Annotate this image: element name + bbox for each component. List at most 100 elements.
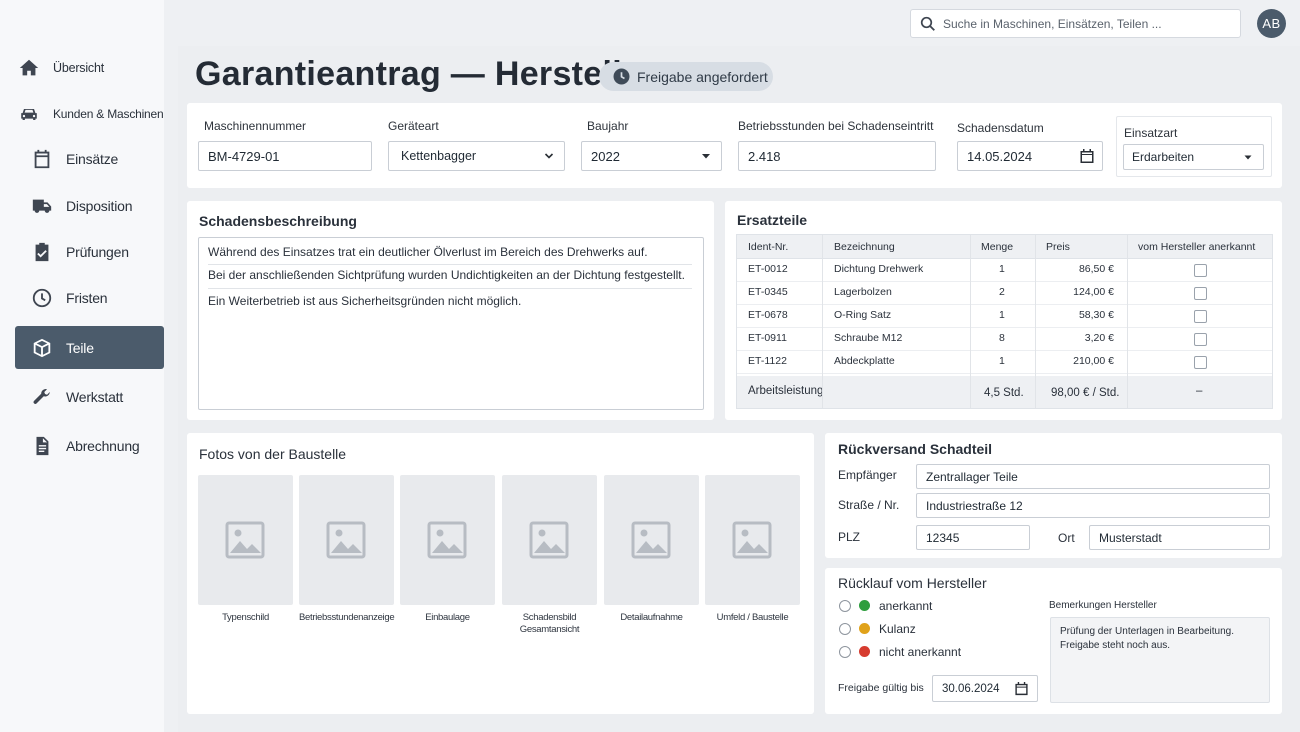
part-name: Abdeckplatte	[834, 355, 895, 367]
avatar[interactable]: AB	[1257, 9, 1286, 38]
divider	[208, 264, 692, 265]
city-field[interactable]: Musterstadt	[1089, 525, 1270, 550]
radio-rejected[interactable]	[839, 646, 851, 658]
street-field[interactable]: Industriestraße 12	[916, 493, 1270, 518]
column-header: Bezeichnung	[834, 241, 895, 253]
image-placeholder-icon	[631, 521, 671, 559]
part-id: ET-1122	[748, 355, 787, 367]
part-id: ET-0911	[748, 332, 787, 344]
chevron-down-icon	[701, 151, 711, 161]
sidebar-item-abrechnung[interactable]: Abrechnung	[15, 424, 164, 468]
recipient-field[interactable]: Zentrallager Teile	[916, 464, 1270, 489]
calendar-icon[interactable]	[1079, 148, 1095, 164]
approved-checkbox[interactable]	[1194, 264, 1207, 277]
part-id: ET-0012	[748, 263, 788, 275]
labor-price: 98,00 € / Std.	[1051, 387, 1120, 399]
valid-until-field[interactable]: 30.06.2024	[932, 675, 1038, 702]
status-dot-yellow	[859, 623, 870, 634]
option-goodwill-label: Kulanz	[879, 622, 916, 636]
spare-parts-table: Ident-Nr. Bezeichnung Menge Preis vom He…	[736, 234, 1273, 409]
table-row: ET-0678 O-Ring Satz 1 58,30 €	[737, 305, 1272, 328]
sidebar-item-disposition[interactable]: Disposition	[15, 184, 164, 228]
status-badge: Freigabe angefordert	[599, 62, 773, 91]
photo-thumbnail[interactable]	[198, 475, 293, 605]
option-approved-label: anerkannt	[879, 599, 933, 613]
part-qty: 1	[999, 309, 1005, 321]
sidebar-item-kunden[interactable]: Kunden & Maschinen	[15, 92, 164, 136]
sidebar-item-label: Übersicht	[53, 61, 104, 75]
device-type-label: Geräteart	[388, 119, 439, 133]
damage-date-label: Schadensdatum	[957, 121, 1044, 135]
car-icon	[18, 103, 40, 125]
radio-goodwill[interactable]	[839, 623, 851, 635]
city-label: Ort	[1058, 531, 1075, 545]
machine-number-field[interactable]: BM-4729-01	[198, 141, 372, 171]
sidebar-item-fristen[interactable]: Fristen	[15, 276, 164, 320]
radio-approved[interactable]	[839, 600, 851, 612]
approved-checkbox[interactable]	[1194, 310, 1207, 323]
spare-parts-title: Ersatzteile	[737, 212, 808, 228]
zip-label: PLZ	[838, 530, 861, 544]
image-placeholder-icon	[732, 521, 772, 559]
labor-label: Arbeitsleistung	[748, 385, 824, 397]
recipient-label: Empfänger	[838, 468, 897, 482]
photo-thumbnail[interactable]	[502, 475, 597, 605]
search-input[interactable]	[943, 14, 1233, 34]
part-id: ET-0345	[748, 286, 788, 298]
sidebar: Übersicht Kunden & Maschinen Einsätze Di…	[0, 0, 164, 732]
photo-thumbnail[interactable]	[705, 475, 800, 605]
use-type-select[interactable]: Erdarbeiten	[1123, 144, 1264, 170]
photo-thumbnail[interactable]	[299, 475, 394, 605]
part-price: 86,50 €	[1078, 263, 1114, 275]
photo-thumbnail[interactable]	[604, 475, 699, 605]
status-dot-green	[859, 600, 870, 611]
sidebar-item-label: Disposition	[66, 198, 133, 214]
zip-field[interactable]: 12345	[916, 525, 1030, 550]
column-header: Menge	[981, 241, 1014, 253]
photo-thumbnail[interactable]	[400, 475, 495, 605]
description-line: Ein Weiterbetrieb ist aus Sicherheitsgrü…	[208, 294, 522, 308]
page-title: Garantieantrag — Hersteller	[195, 55, 655, 93]
valid-until-label: Freigabe gültig bis	[838, 682, 924, 694]
device-type-value: Kettenbagger	[401, 149, 477, 163]
approved-checkbox[interactable]	[1194, 287, 1207, 300]
damage-description-textarea[interactable]: Während des Einsatzes trat ein deutliche…	[198, 237, 704, 410]
table-row: ET-1122 Abdeckplatte 1 210,00 €	[737, 351, 1272, 374]
part-name: Schraube M12	[834, 332, 903, 344]
divider	[1127, 235, 1128, 408]
city-value: Musterstadt	[1099, 530, 1162, 545]
search-bar	[910, 9, 1241, 38]
operating-hours-field[interactable]: 2.418	[738, 141, 936, 171]
sidebar-item-uebersicht[interactable]: Übersicht	[15, 46, 164, 90]
part-price: 124,00 €	[1073, 286, 1114, 298]
search-icon[interactable]	[920, 16, 936, 32]
document-icon	[31, 435, 53, 457]
clock-icon	[613, 68, 630, 85]
sidebar-item-teile[interactable]: Teile	[15, 326, 164, 369]
photo-caption: Detailaufnahme	[620, 612, 683, 623]
image-placeholder-icon	[326, 521, 366, 559]
part-price: 210,00 €	[1073, 355, 1114, 367]
labor-qty: 4,5 Std.	[984, 387, 1024, 399]
damage-date-value: 14.05.2024	[967, 148, 1033, 164]
status-label: Freigabe angefordert	[637, 68, 768, 85]
table-row: ET-0911 Schraube M12 8 3,20 €	[737, 328, 1272, 351]
sidebar-item-einsaetze[interactable]: Einsätze	[15, 137, 164, 181]
sidebar-item-pruefungen[interactable]: Prüfungen	[15, 230, 164, 274]
build-year-select[interactable]: 2022	[581, 141, 722, 171]
calendar-icon[interactable]	[1014, 681, 1030, 697]
recipient-value: Zentrallager Teile	[926, 469, 1018, 484]
valid-until-value: 30.06.2024	[942, 682, 1000, 695]
sidebar-item-label: Fristen	[66, 290, 108, 306]
status-dot-red	[859, 646, 870, 657]
remarks-textarea[interactable]: Prüfung der Unterlagen in Bearbeitung. F…	[1050, 617, 1270, 703]
street-label: Straße / Nr.	[838, 498, 900, 512]
device-type-select[interactable]: Kettenbagger	[388, 141, 565, 171]
image-placeholder-icon	[427, 521, 467, 559]
sidebar-item-werkstatt[interactable]: Werkstatt	[15, 375, 164, 419]
approved-checkbox[interactable]	[1194, 356, 1207, 369]
truck-icon	[31, 195, 53, 217]
damage-date-field[interactable]: 14.05.2024	[957, 141, 1103, 171]
chevron-down-icon	[544, 151, 554, 161]
approved-checkbox[interactable]	[1194, 333, 1207, 346]
